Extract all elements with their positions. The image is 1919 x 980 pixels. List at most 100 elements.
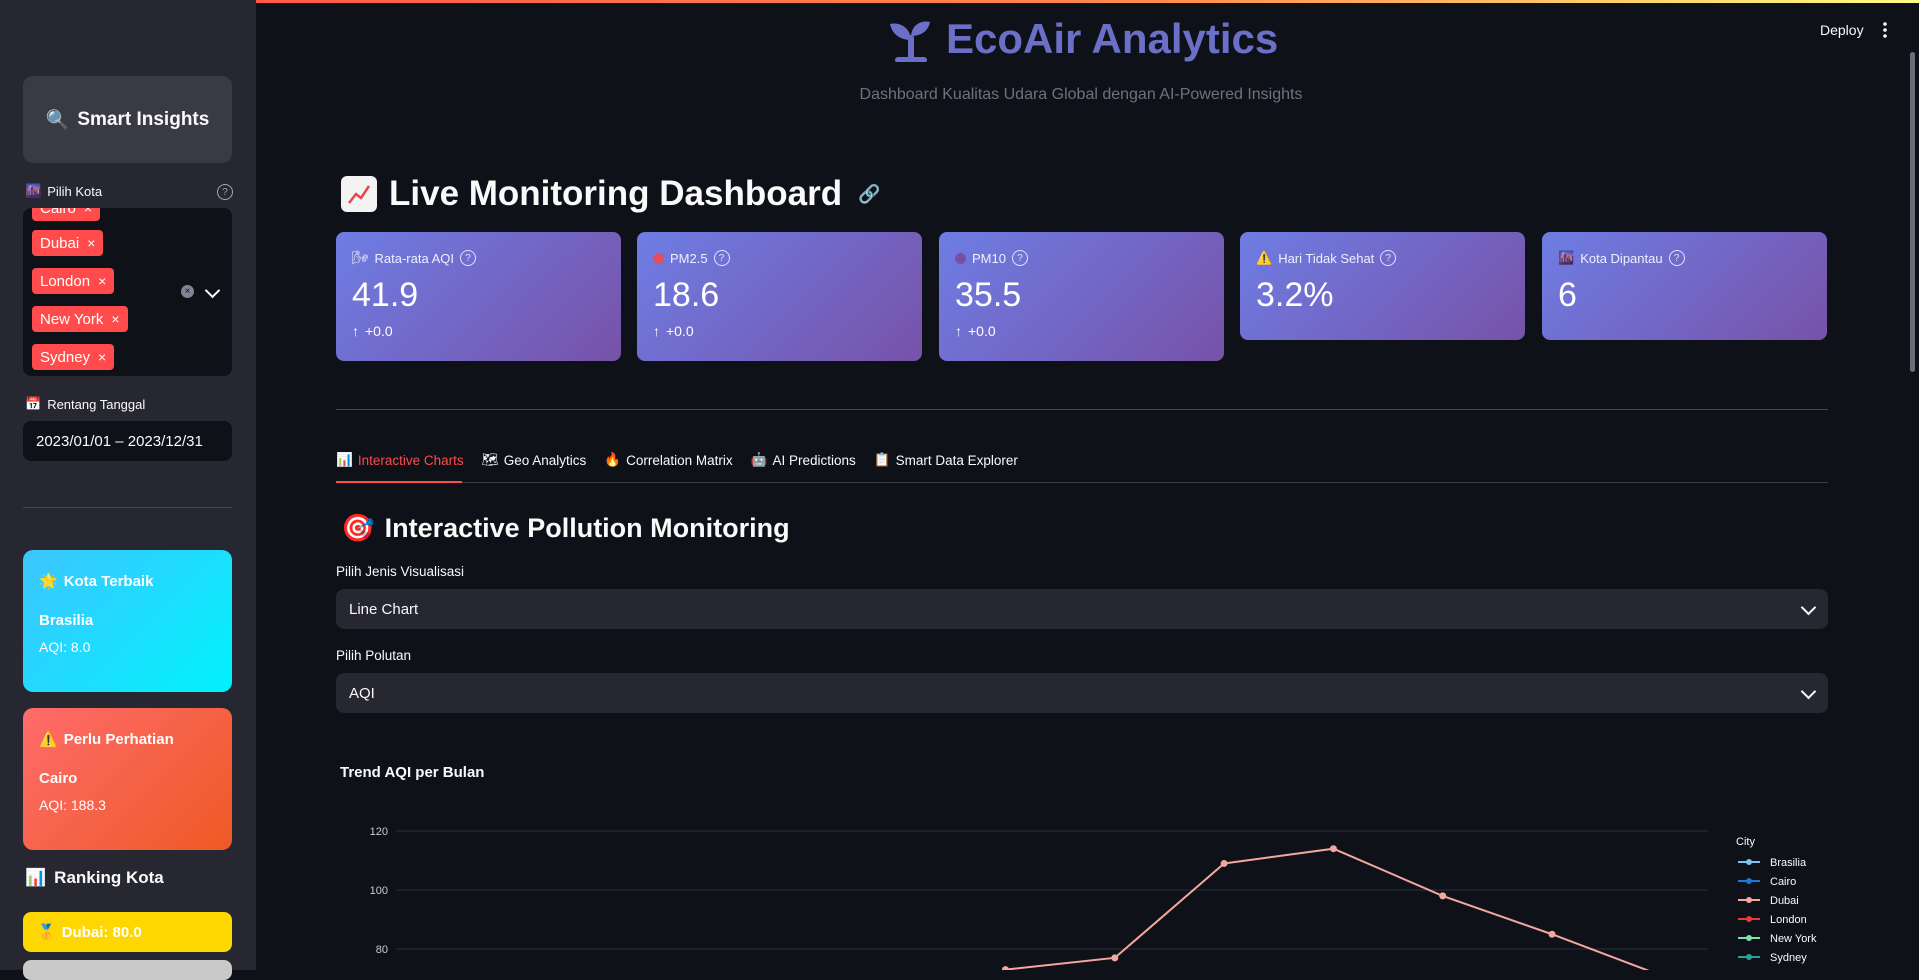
page-subtitle: Dashboard Kualitas Udara Global dengan A… — [859, 86, 1303, 103]
divider — [336, 409, 1828, 410]
metric-card: PM10? 35.5 ↑ +0.0 — [939, 232, 1224, 361]
legend-marker — [1746, 916, 1752, 922]
remove-tag-icon[interactable]: × — [84, 208, 92, 216]
dashboard-title: Live Monitoring Dashboard 🔗 — [341, 174, 881, 214]
city-tag[interactable]: Cairo × — [32, 208, 101, 221]
tab-geo-analytics[interactable]: 🗺 Geo Analytics — [482, 452, 587, 468]
metric-card: ⚠️ Hari Tidak Sehat? 3.2% — [1240, 232, 1525, 340]
best-city-aqi: AQI: 8.0 — [39, 639, 91, 655]
attention-city-aqi: AQI: 188.3 — [39, 797, 106, 813]
date-range-input[interactable]: 2023/01/01 – 2023/12/31 — [23, 421, 232, 461]
city-tag[interactable]: Dubai × — [32, 230, 104, 256]
tab-interactive-charts[interactable]: 📊 Interactive Charts — [336, 452, 464, 468]
sprout-icon — [890, 21, 930, 62]
viz-select-label: Pilih Jenis Visualisasi — [336, 564, 465, 579]
city-select-label: 🌆 Pilih Kota — [25, 183, 103, 199]
active-tab-indicator — [336, 481, 462, 483]
viz-type-select[interactable]: Line Chart — [336, 589, 1828, 629]
help-icon[interactable]: ? — [217, 184, 233, 200]
sun-icon: 🌟 — [39, 573, 58, 590]
medal-icon: 🥇 — [37, 924, 56, 941]
data-point — [1220, 859, 1228, 867]
tab-smart-data-explorer[interactable]: 📋 Smart Data Explorer — [874, 452, 1018, 468]
bar-chart-icon: 📊 — [25, 868, 47, 887]
tab-divider — [336, 482, 1828, 483]
chevron-down-icon — [1800, 599, 1817, 616]
city-tag[interactable]: New York × — [32, 306, 128, 332]
metric-card: PM2.5? 18.6 ↑ +0.0 — [637, 232, 922, 361]
arrow-up-icon: ↑ — [352, 323, 359, 339]
tab-correlation-matrix[interactable]: 🔥 Correlation Matrix — [604, 452, 732, 468]
trend-chart[interactable]: 80 100 120 City Brasilia Cairo Dubai London New … — [336, 800, 1836, 970]
help-icon[interactable]: ? — [713, 250, 730, 266]
purple-dot-icon — [955, 252, 966, 264]
remove-tag-icon[interactable]: × — [98, 273, 106, 289]
target-icon: 🎯 — [341, 513, 375, 543]
brand-name: EcoAir Analytics — [946, 15, 1279, 62]
ranking-item — [23, 960, 232, 980]
sidebar: 🔍 Smart Insights 🌆 Pilih Kota ? Cairo × D… — [0, 0, 256, 980]
best-city-name: Brasilia — [39, 612, 94, 629]
clear-all-icon[interactable]: × — [181, 285, 194, 298]
remove-tag-icon[interactable]: × — [111, 311, 119, 327]
chevron-down-icon — [1800, 683, 1817, 700]
date-range-label: 📅 Rentang Tanggal — [25, 396, 146, 412]
red-dot-icon — [653, 252, 664, 264]
data-point — [1548, 930, 1556, 938]
city-tag[interactable]: London × — [32, 268, 115, 294]
magnifier-icon: 🔍 — [45, 109, 70, 131]
legend-item: New York — [1770, 933, 1817, 945]
city-tag[interactable]: Sydney × — [32, 344, 115, 370]
data-point — [1439, 892, 1447, 900]
arrow-up-icon: ↑ — [955, 323, 962, 339]
best-city-card: 🌟 Kota Terbaik Brasilia AQI: 8.0 — [23, 550, 232, 692]
attention-city-card: ⚠️ Perlu Perhatian Cairo AQI: 188.3 — [23, 708, 232, 850]
calendar-icon: 📅 — [25, 396, 42, 411]
warning-icon: ⚠️ — [1256, 250, 1273, 265]
help-icon[interactable]: ? — [1380, 250, 1397, 266]
tab-bar: 📊 Interactive Charts 🗺 Geo Analytics 🔥 Corr… — [336, 452, 1018, 468]
droplet-icon: 🌬 — [352, 250, 369, 265]
deploy-button[interactable]: Deploy — [1820, 22, 1864, 38]
top-decoration-bar — [0, 0, 1919, 3]
metric-value: 35.5 — [955, 276, 1022, 314]
y-tick-label: 80 — [376, 944, 388, 956]
brand: EcoAir Analytics — [888, 15, 1278, 63]
metric-value: 6 — [1558, 276, 1577, 314]
legend-item: Sydney — [1770, 952, 1807, 964]
pollutant-select[interactable]: AQI — [336, 673, 1828, 713]
section-title: 🎯 Interactive Pollution Monitoring — [341, 512, 790, 544]
legend-marker — [1746, 935, 1752, 941]
help-icon[interactable]: ? — [1011, 250, 1028, 266]
tab-ai-predictions[interactable]: 🤖 AI Predictions — [751, 452, 856, 468]
metric-value: 18.6 — [653, 276, 720, 314]
metric-card: 🌆 Kota Dipantau? 6 — [1542, 232, 1827, 340]
remove-tag-icon[interactable]: × — [87, 235, 95, 251]
anchor-link-icon[interactable]: 🔗 — [858, 184, 880, 205]
data-point — [1329, 845, 1337, 853]
divider — [23, 507, 232, 508]
data-point — [1002, 966, 1009, 970]
legend-marker — [1746, 878, 1752, 884]
legend-item: Cairo — [1770, 876, 1796, 888]
warning-icon: ⚠️ — [39, 731, 58, 748]
help-icon[interactable]: ? — [460, 250, 476, 266]
y-tick-label: 100 — [370, 885, 388, 897]
metric-value: 3.2% — [1256, 276, 1334, 314]
pollutant-select-label: Pilih Polutan — [336, 648, 412, 663]
legend-marker — [1746, 859, 1752, 865]
legend-title: City — [1736, 836, 1755, 848]
chart-increasing-icon — [341, 176, 377, 212]
metric-value: 41.9 — [352, 276, 419, 314]
main-menu-icon[interactable] — [1883, 22, 1887, 38]
metric-card: 🌬 Rata-rata AQI? 41.9 ↑ +0.0 — [336, 232, 621, 361]
help-icon[interactable]: ? — [1668, 250, 1685, 266]
scrollbar[interactable] — [1910, 52, 1915, 372]
legend-item: London — [1770, 914, 1807, 926]
legend-item: Brasilia — [1770, 857, 1807, 869]
city-multiselect[interactable]: Cairo × Dubai × London × New York × Sydney × — [23, 208, 232, 376]
remove-tag-icon[interactable]: × — [98, 349, 106, 365]
ranking-title: 📊 Ranking Kota — [25, 868, 164, 887]
data-point — [1111, 954, 1119, 962]
legend-item: Dubai — [1770, 895, 1799, 907]
